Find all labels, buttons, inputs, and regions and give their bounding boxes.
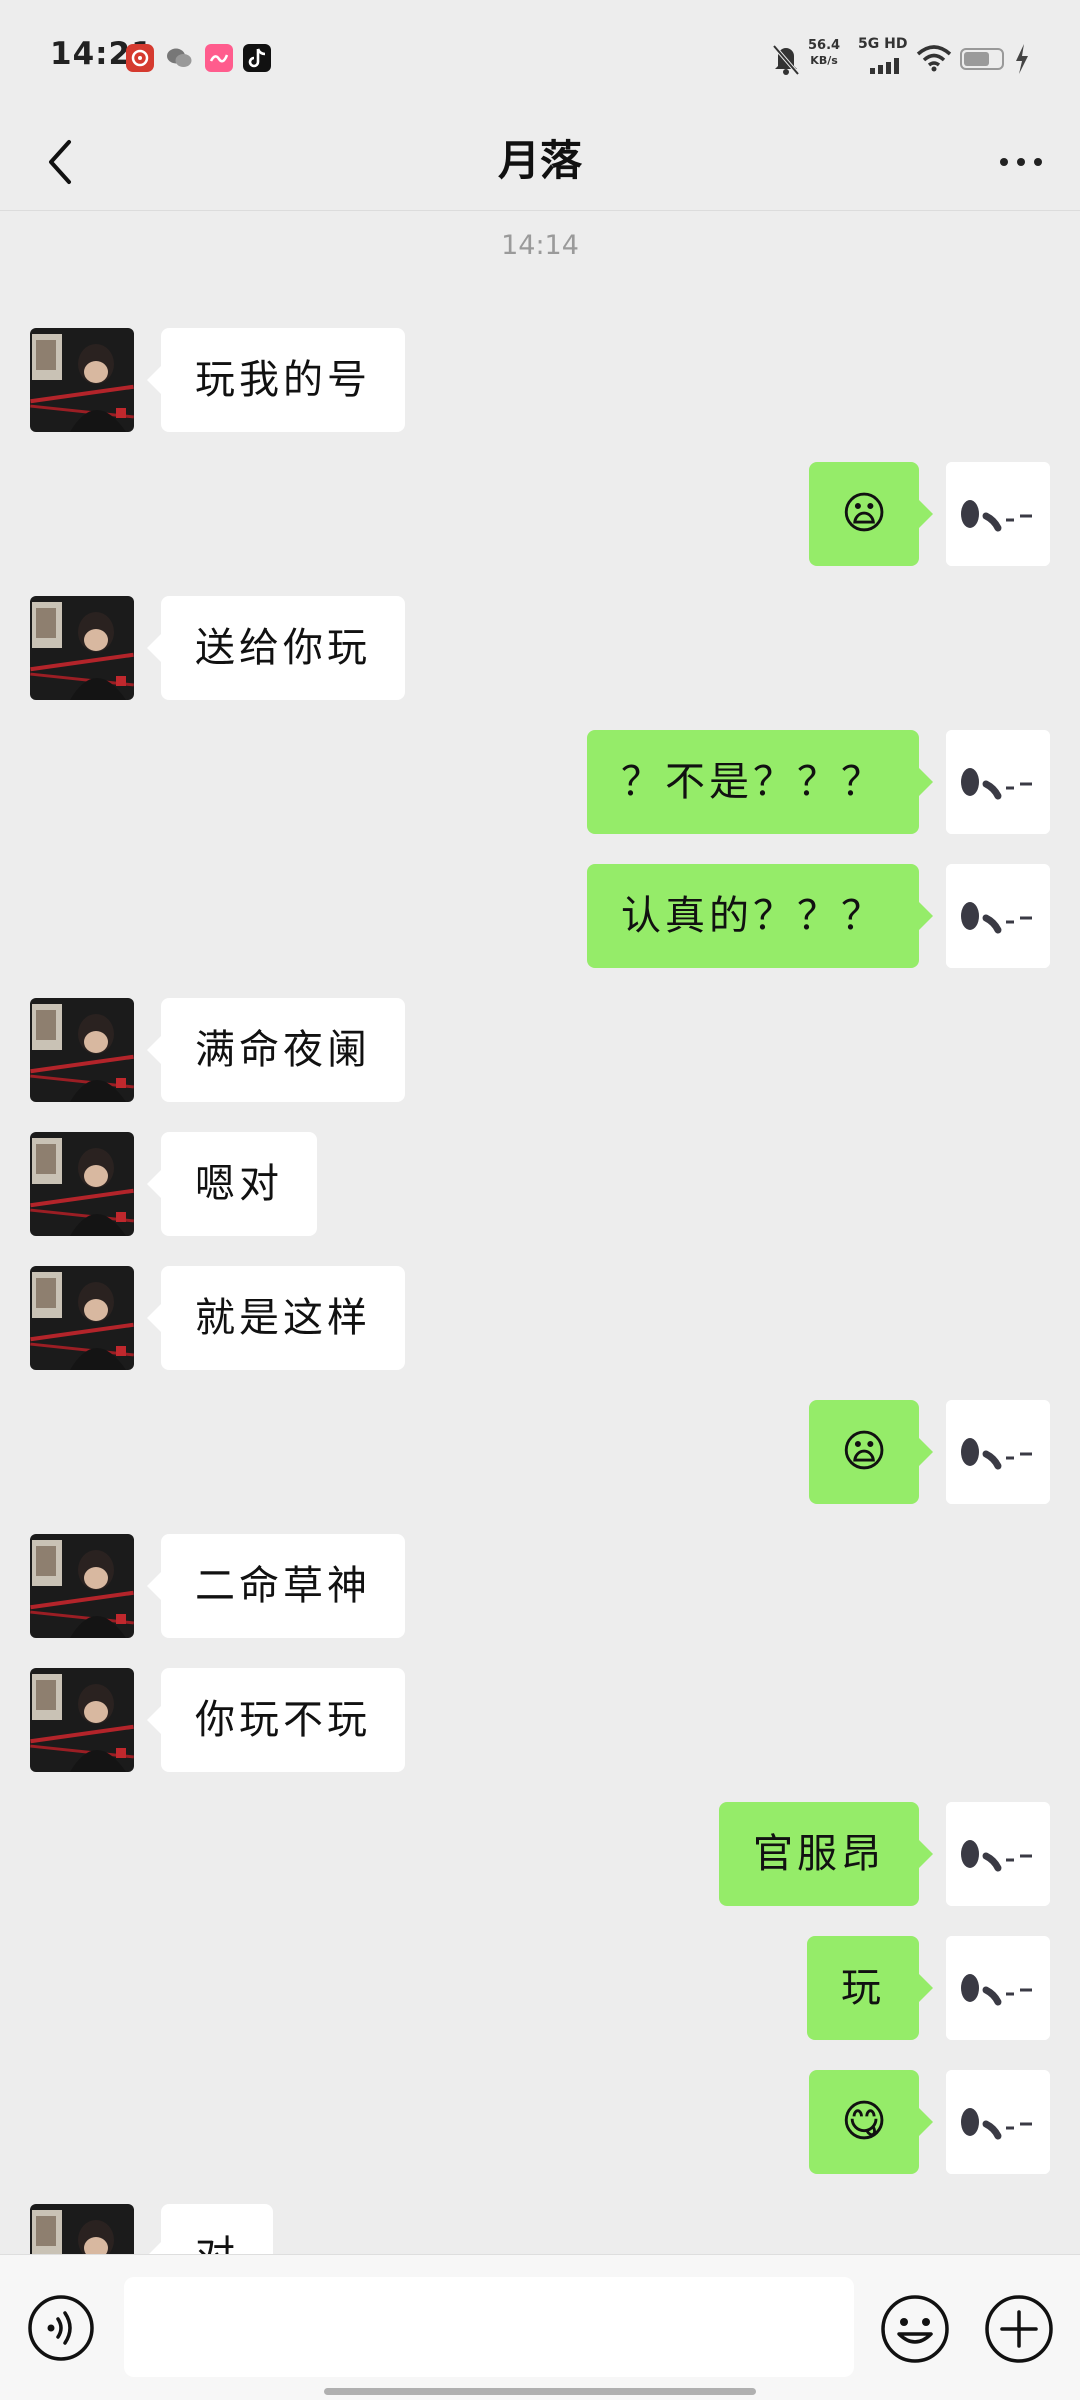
avatar[interactable] bbox=[30, 1132, 134, 1236]
message-row: 😦 bbox=[0, 1400, 1080, 1504]
outgoing-message-bubble[interactable]: 认真的？？？ bbox=[587, 864, 933, 968]
message-row: 送给你玩 bbox=[0, 596, 1080, 700]
message-row: 满命夜阑 bbox=[0, 998, 1080, 1102]
outgoing-message-bubble[interactable]: 😦 bbox=[809, 462, 933, 566]
battery-icon bbox=[960, 48, 1004, 70]
avatar[interactable] bbox=[946, 730, 1050, 834]
mute-bell-icon bbox=[770, 38, 802, 78]
chevron-left-icon[interactable] bbox=[30, 132, 90, 192]
incoming-message-bubble[interactable]: 满命夜阑 bbox=[147, 998, 405, 1102]
incoming-message-bubble[interactable]: 对 bbox=[147, 2204, 273, 2254]
avatar[interactable] bbox=[30, 1266, 134, 1370]
incoming-message-bubble[interactable]: 二命草神 bbox=[147, 1534, 405, 1638]
avatar[interactable] bbox=[30, 328, 134, 432]
message-row: 对 bbox=[0, 2204, 1080, 2254]
incoming-message-bubble[interactable]: 送给你玩 bbox=[147, 596, 405, 700]
avatar[interactable] bbox=[946, 462, 1050, 566]
wifi-icon bbox=[916, 44, 952, 84]
plus-circle-icon[interactable] bbox=[984, 2294, 1054, 2364]
battery-level bbox=[964, 52, 990, 66]
chat-title: 月落 bbox=[497, 136, 582, 185]
avatar[interactable] bbox=[30, 1668, 134, 1772]
outgoing-message-bubble[interactable]: 😋 bbox=[809, 2070, 933, 2174]
outgoing-message-bubble[interactable]: ？不是？？？ bbox=[587, 730, 933, 834]
avatar[interactable] bbox=[30, 2204, 134, 2254]
soul-icon bbox=[205, 44, 233, 72]
avatar[interactable] bbox=[30, 1534, 134, 1638]
avatar[interactable] bbox=[946, 2070, 1050, 2174]
message-row: 认真的？？？ bbox=[0, 864, 1080, 968]
message-row: 😋 bbox=[0, 2070, 1080, 2174]
home-indicator[interactable] bbox=[324, 2388, 756, 2395]
outgoing-message-bubble[interactable]: 官服昂 bbox=[719, 1802, 933, 1906]
incoming-message-bubble[interactable]: 你玩不玩 bbox=[147, 1668, 405, 1772]
message-row: 官服昂 bbox=[0, 1802, 1080, 1906]
message-input[interactable] bbox=[124, 2277, 854, 2377]
incoming-message-bubble[interactable]: 就是这样 bbox=[147, 1266, 405, 1370]
net-speed: 56.4 KB/s bbox=[808, 38, 840, 78]
tiktok-icon bbox=[243, 44, 271, 72]
outgoing-message-bubble[interactable]: 😦 bbox=[809, 1400, 933, 1504]
more-dots-icon[interactable] bbox=[986, 132, 1056, 192]
net-speed-value: 56.4 bbox=[808, 38, 841, 53]
avatar[interactable] bbox=[30, 998, 134, 1102]
voice-icon[interactable] bbox=[27, 2294, 95, 2362]
message-timestamp: 14:14 bbox=[501, 230, 579, 261]
emoji-smile-icon[interactable] bbox=[880, 2294, 950, 2364]
avatar[interactable] bbox=[946, 1802, 1050, 1906]
message-row: 嗯对 bbox=[0, 1132, 1080, 1236]
outgoing-message-bubble[interactable]: 玩 bbox=[807, 1936, 933, 2040]
netease-music-icon bbox=[126, 44, 154, 72]
avatar[interactable] bbox=[946, 1936, 1050, 2040]
net-speed-unit: KB/s bbox=[810, 54, 838, 67]
message-row: 😦 bbox=[0, 462, 1080, 566]
message-row: 玩 bbox=[0, 1936, 1080, 2040]
incoming-message-bubble[interactable]: 嗯对 bbox=[147, 1132, 317, 1236]
wechat-icon bbox=[165, 44, 193, 72]
incoming-message-bubble[interactable]: 玩我的号 bbox=[147, 328, 405, 432]
nav-bar: 月落 bbox=[0, 112, 1080, 211]
status-bar: 14:21 56.4 KB/s 5G HD bbox=[0, 0, 1080, 112]
message-row: ？不是？？？ bbox=[0, 730, 1080, 834]
message-row: 你玩不玩 bbox=[0, 1668, 1080, 1772]
signal-icon bbox=[870, 58, 904, 98]
avatar[interactable] bbox=[30, 596, 134, 700]
chat-screen: 14:21 56.4 KB/s 5G HD 月落 14:14 玩我的号 😦 送给… bbox=[0, 0, 1080, 2400]
message-row: 玩我的号 bbox=[0, 328, 1080, 432]
message-list[interactable]: 14:14 玩我的号 😦 送给你玩 ？不是？？？ 认真的？？？ 满命夜阑 嗯对 … bbox=[0, 211, 1080, 2254]
charging-icon bbox=[1014, 44, 1030, 84]
message-row: 就是这样 bbox=[0, 1266, 1080, 1370]
input-bar bbox=[0, 2254, 1080, 2400]
avatar[interactable] bbox=[946, 1400, 1050, 1504]
message-row: 二命草神 bbox=[0, 1534, 1080, 1638]
avatar[interactable] bbox=[946, 864, 1050, 968]
